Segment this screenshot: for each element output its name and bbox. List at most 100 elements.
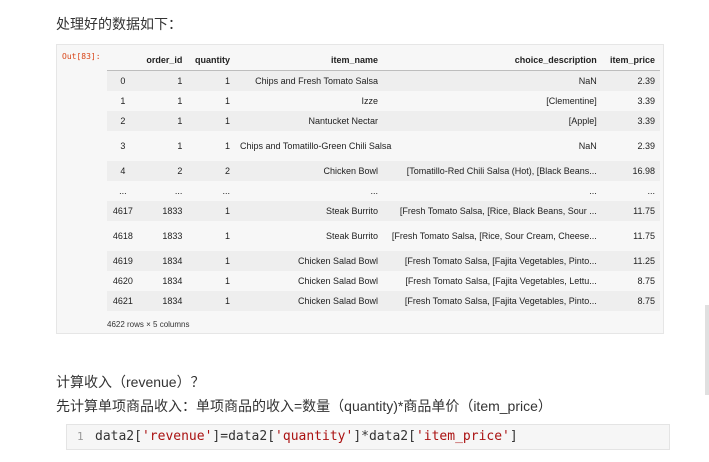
row-index: 4620 — [112, 275, 133, 286]
row-index: 3 — [120, 140, 126, 151]
table-cell: [Fresh Tomato Salsa, [Rice, Black Beans,… — [399, 205, 597, 216]
table-cell: Chicken Salad Bowl — [297, 275, 378, 286]
table-cell: ... — [589, 185, 597, 196]
table-cell: 8.75 — [637, 295, 655, 306]
table-cell: 1 — [224, 295, 230, 306]
table-cell: Chicken Salad Bowl — [297, 295, 378, 306]
code-cell[interactable]: 1 data2['revenue']=data2['quantity']*dat… — [66, 424, 670, 450]
index-header — [107, 50, 139, 71]
table-row: 2 1 1 Nantucket Nectar [Apple] 3.39 — [107, 110, 660, 131]
table-cell: Chicken Salad Bowl — [297, 255, 378, 266]
table-cell: Chicken Bowl — [323, 165, 378, 176]
table-cell: 16.98 — [632, 165, 655, 176]
table-cell: 1834 — [162, 275, 183, 286]
table-cell: 1 — [224, 205, 230, 216]
table-cell: [Fresh Tomato Salsa, [Fajita Vegetables,… — [404, 255, 597, 266]
table-cell: 3.39 — [637, 95, 655, 106]
table-cell: 1 — [224, 140, 230, 151]
table-cell: 1833 — [162, 205, 183, 216]
code-token: ]=data2[ — [212, 429, 276, 444]
table-cell: [Fresh Tomato Salsa, [Rice, Sour Cream, … — [391, 230, 597, 241]
table-cell: 1 — [224, 275, 230, 286]
revenue-question: 计算收入（revenue）？ — [56, 374, 205, 390]
scrollbar[interactable] — [705, 305, 709, 395]
code-token: ] — [509, 429, 518, 444]
table-cell: 1 — [224, 95, 230, 106]
table-row: ... ... ... ... ... ... — [107, 180, 660, 201]
table-cell: 1 — [224, 75, 230, 86]
row-index: ... — [119, 185, 127, 196]
table-cell: 1 — [177, 115, 183, 126]
row-index: 4 — [120, 165, 126, 176]
table-cell: Steak Burrito — [325, 205, 378, 216]
table-row: 3 1 1 Chips and Tomatillo-Green Chili Sa… — [107, 130, 660, 161]
table-cell: [Tomatillo-Red Chili Salsa (Hot), [Black… — [406, 165, 597, 176]
code-token: data2[ — [95, 429, 142, 444]
table-cell: 1 — [224, 255, 230, 266]
code-string: 'revenue' — [141, 429, 213, 444]
line-number: 1 — [77, 430, 84, 443]
row-index: 4617 — [112, 205, 133, 216]
table-row: 4621 1834 1 Chicken Salad Bowl [Fresh To… — [107, 290, 660, 311]
table-cell: Nantucket Nectar — [308, 115, 378, 126]
table-cell: [Fresh Tomato Salsa, [Fajita Vegetables,… — [405, 275, 597, 286]
table-row: 4617 1833 1 Steak Burrito [Fresh Tomato … — [107, 200, 660, 221]
revenue-explanation: 先计算单项商品收入：单项商品的收入=数量（quantity)*商品单价（item… — [56, 398, 552, 414]
table-cell: 1 — [177, 95, 183, 106]
dataframe-table: order_id quantity item_name choice_descr… — [107, 50, 660, 311]
table-row: 4619 1834 1 Chicken Salad Bowl [Fresh To… — [107, 250, 660, 271]
table-cell: 2.39 — [637, 75, 655, 86]
table-cell: 1834 — [162, 255, 183, 266]
column-header: quantity — [187, 50, 235, 71]
row-index: 0 — [120, 75, 126, 86]
table-cell: NaN — [578, 75, 597, 86]
out-prompt: Out[83]: — [62, 52, 101, 61]
table-cell: NaN — [578, 140, 597, 151]
dataframe-shape-note: 4622 rows × 5 columns — [107, 320, 190, 329]
code-string: 'item_price' — [415, 429, 510, 444]
table-cell: Chips and Fresh Tomato Salsa — [255, 75, 378, 86]
table-cell: Steak Burrito — [325, 230, 378, 241]
table-cell: [Clementine] — [546, 95, 597, 106]
table-cell: 1834 — [162, 295, 183, 306]
table-cell: 3.39 — [637, 115, 655, 126]
table-cell: 8.75 — [637, 275, 655, 286]
table-row: 1 1 1 Izze [Clementine] 3.39 — [107, 90, 660, 111]
table-cell: Chips and Tomatillo-Green Chili Salsa — [239, 140, 392, 151]
table-cell: 1 — [224, 230, 230, 241]
column-header: item_name — [234, 50, 383, 71]
table-cell: 11.25 — [633, 255, 655, 266]
table-row: 4 2 2 Chicken Bowl [Tomatillo-Red Chili … — [107, 160, 660, 181]
table-cell: Izze — [361, 95, 378, 106]
table-cell: [Apple] — [568, 115, 597, 126]
table-cell: 1 — [224, 115, 230, 126]
table-cell: 11.75 — [633, 230, 655, 241]
table-cell: ... — [370, 185, 378, 196]
row-index: 4621 — [112, 295, 133, 306]
table-cell: ... — [174, 185, 183, 196]
table-row: 4618 1833 1 Steak Burrito [Fresh Tomato … — [107, 220, 660, 251]
row-index: 4618 — [112, 230, 133, 241]
row-index: 4619 — [112, 255, 133, 266]
column-header: order_id — [138, 50, 188, 71]
code-string: 'quantity' — [275, 429, 354, 444]
column-header: item_price — [601, 50, 660, 71]
table-row: 0 1 1 Chips and Fresh Tomato Salsa NaN 2… — [107, 70, 660, 91]
table-header-row: order_id quantity item_name choice_descr… — [107, 50, 660, 71]
column-header: choice_description — [382, 50, 602, 71]
table-cell: 1 — [177, 140, 183, 151]
table-row: 4620 1834 1 Chicken Salad Bowl [Fresh To… — [107, 270, 660, 291]
table-cell: 2 — [177, 165, 183, 176]
code-token: ]*data2[ — [353, 429, 416, 444]
section-heading: 处理好的数据如下： — [56, 16, 182, 32]
row-index: 1 — [120, 95, 126, 106]
row-index: 2 — [120, 115, 126, 126]
table-cell: 1833 — [162, 230, 183, 241]
table-cell: ... — [222, 185, 230, 196]
table-cell: 2.39 — [637, 140, 655, 151]
table-cell: 11.75 — [633, 205, 655, 216]
table-cell: [Fresh Tomato Salsa, [Fajita Vegetables,… — [404, 295, 597, 306]
code-line: data2['revenue']=data2['quantity']*data2… — [95, 425, 518, 449]
table-cell: 2 — [224, 165, 230, 176]
table-cell: ... — [647, 185, 655, 196]
